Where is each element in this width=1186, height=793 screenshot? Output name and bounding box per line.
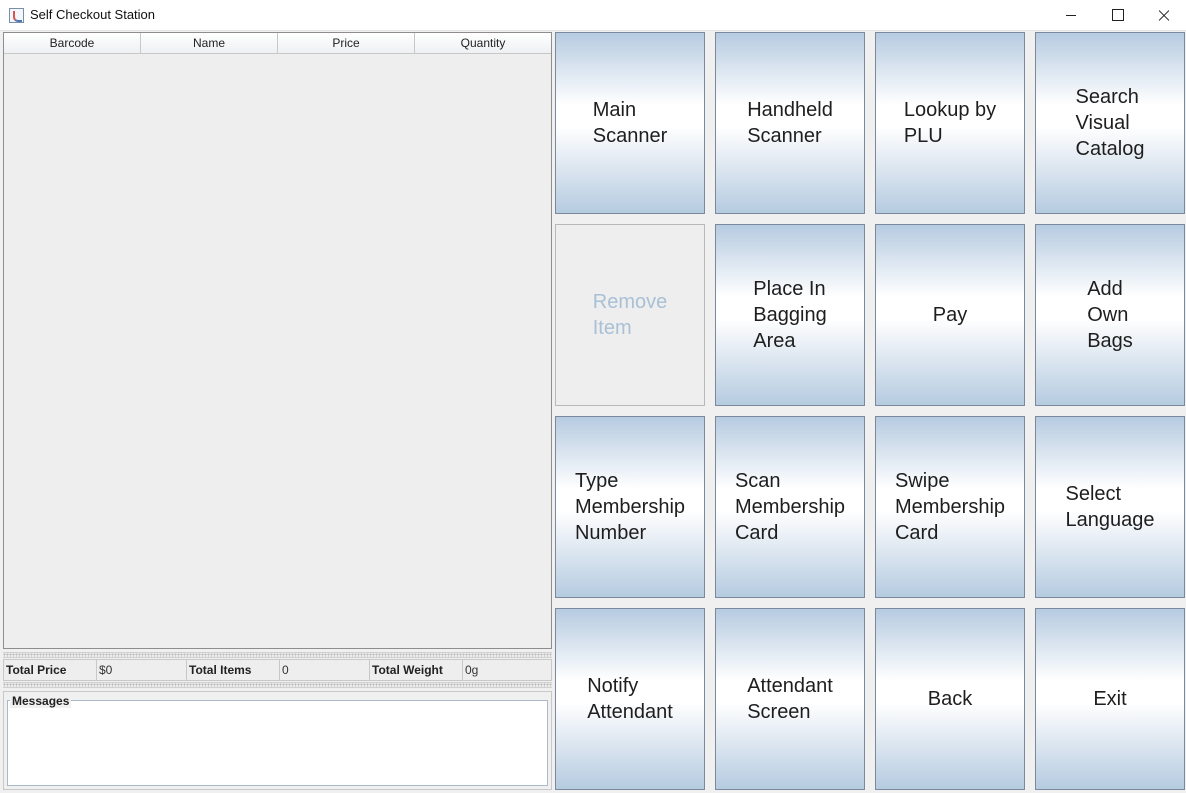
handheld-scanner-button[interactable]: Handheld Scanner bbox=[715, 32, 865, 214]
pay-button[interactable]: Pay bbox=[875, 224, 1025, 406]
column-header-barcode[interactable]: Barcode bbox=[4, 33, 141, 53]
window-title: Self Checkout Station bbox=[30, 7, 156, 22]
scan-membership-card-label: Scan Membership Card bbox=[734, 470, 846, 544]
place-in-bagging-area-label: Place In Bagging Area bbox=[753, 278, 827, 352]
total-weight-label: Total Weight bbox=[372, 663, 443, 677]
swipe-membership-card-label: Swipe Membership Card bbox=[894, 470, 1006, 544]
place-in-bagging-area-button[interactable]: Place In Bagging Area bbox=[715, 224, 865, 406]
total-items-label: Total Items bbox=[189, 663, 252, 677]
messages-panel: Messages bbox=[3, 691, 552, 790]
exit-label: Exit bbox=[1093, 688, 1127, 710]
total-price-value: $0 bbox=[96, 660, 187, 680]
attendant-screen-button[interactable]: Attendant Screen bbox=[715, 608, 865, 790]
select-language-label: Select Language bbox=[1065, 483, 1155, 531]
lookup-by-plu-label: Lookup by PLU bbox=[903, 99, 997, 147]
column-header-name[interactable]: Name bbox=[141, 33, 278, 53]
notify-attendant-label: Notify Attendant bbox=[587, 675, 673, 723]
search-visual-catalog-label: Search Visual Catalog bbox=[1075, 86, 1145, 160]
swipe-membership-card-button[interactable]: Swipe Membership Card bbox=[875, 416, 1025, 598]
column-header-quantity[interactable]: Quantity bbox=[415, 33, 551, 53]
split-pane-divider[interactable] bbox=[3, 652, 552, 658]
remove-item-label: Remove Item bbox=[592, 291, 668, 339]
minimize-icon[interactable] bbox=[1048, 0, 1094, 31]
add-own-bags-button[interactable]: Add Own Bags bbox=[1035, 224, 1185, 406]
totals-bar: Total Price $0 Total Items 0 Total Weigh… bbox=[3, 659, 552, 681]
total-price-label: Total Price bbox=[6, 663, 67, 677]
cart-table[interactable]: Barcode Name Price Quantity bbox=[3, 32, 552, 649]
lookup-by-plu-button[interactable]: Lookup by PLU bbox=[875, 32, 1025, 214]
table-header: Barcode Name Price Quantity bbox=[4, 33, 551, 54]
total-items-value: 0 bbox=[279, 660, 370, 680]
type-membership-number-button[interactable]: Type Membership Number bbox=[555, 416, 705, 598]
exit-button[interactable]: Exit bbox=[1035, 608, 1185, 790]
main-scanner-button[interactable]: Main Scanner bbox=[555, 32, 705, 214]
remove-item-button: Remove Item bbox=[555, 224, 705, 406]
title-bar: Self Checkout Station bbox=[0, 0, 1186, 31]
total-weight-value: 0g bbox=[462, 660, 551, 680]
maximize-icon[interactable] bbox=[1094, 0, 1140, 31]
back-button[interactable]: Back bbox=[875, 608, 1025, 790]
search-visual-catalog-button[interactable]: Search Visual Catalog bbox=[1035, 32, 1185, 214]
column-header-price[interactable]: Price bbox=[278, 33, 415, 53]
table-body[interactable] bbox=[4, 54, 551, 648]
back-label: Back bbox=[927, 688, 973, 710]
handheld-scanner-label: Handheld Scanner bbox=[747, 99, 833, 147]
type-membership-number-label: Type Membership Number bbox=[574, 470, 686, 544]
add-own-bags-label: Add Own Bags bbox=[1087, 278, 1133, 352]
java-app-icon bbox=[9, 8, 24, 23]
scan-membership-card-button[interactable]: Scan Membership Card bbox=[715, 416, 865, 598]
split-pane-divider[interactable] bbox=[3, 682, 552, 688]
messages-title: Messages bbox=[10, 694, 72, 708]
notify-attendant-button[interactable]: Notify Attendant bbox=[555, 608, 705, 790]
close-icon[interactable] bbox=[1140, 0, 1186, 31]
attendant-screen-label: Attendant Screen bbox=[747, 675, 833, 723]
pay-label: Pay bbox=[932, 304, 968, 326]
messages-area[interactable] bbox=[7, 700, 548, 786]
select-language-button[interactable]: Select Language bbox=[1035, 416, 1185, 598]
main-scanner-label: Main Scanner bbox=[592, 99, 668, 147]
